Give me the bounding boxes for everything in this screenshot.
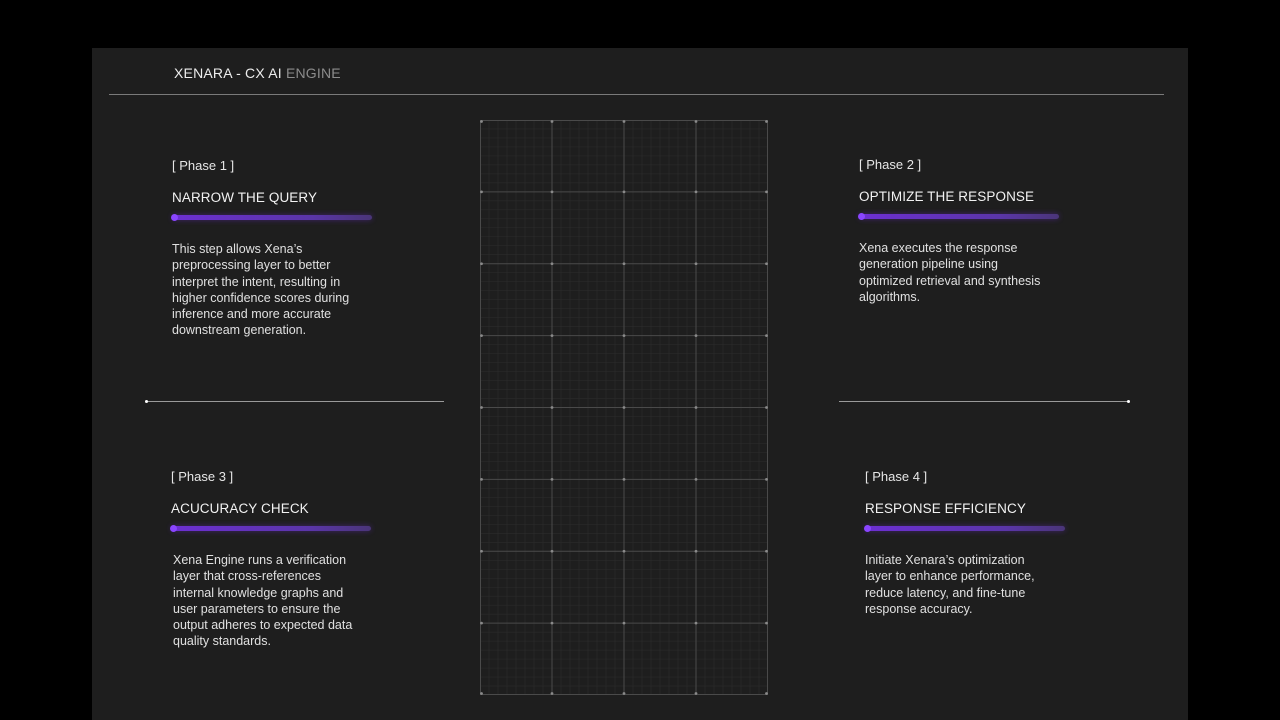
phase-4-tag: [ Phase 4 ] bbox=[865, 469, 928, 484]
phase-3-card: [ Phase 3 ] ACUCURACY CHECK Xena Engine … bbox=[170, 469, 391, 650]
phase-2-progress-bar bbox=[858, 213, 1059, 220]
phase-1-description: This step allows Xena’s preprocessing la… bbox=[172, 242, 350, 338]
phase-2-progress-dot bbox=[858, 213, 865, 220]
right-divider-end-dot bbox=[1127, 400, 1130, 403]
phase-1-card: [ Phase 1 ] NARROW THE QUERY This step a… bbox=[171, 158, 392, 339]
phase-4-description: Initiate Xenara’s optimization layer to … bbox=[865, 553, 1035, 616]
phase-3-tag: [ Phase 3 ] bbox=[171, 469, 234, 484]
brand-main: XENARA - CX AI bbox=[174, 65, 282, 81]
phase-4-progress-bar bbox=[864, 525, 1065, 532]
phase-1-progress-bar bbox=[171, 214, 372, 221]
phase-4-card: [ Phase 4 ] RESPONSE EFFICIENCY Initiate… bbox=[864, 469, 1085, 617]
grid-visual bbox=[480, 120, 768, 695]
phase-2-card: [ Phase 2 ] OPTIMIZE THE RESPONSE Xena e… bbox=[858, 157, 1079, 305]
phase-3-progress-dot bbox=[170, 525, 177, 532]
phase-1-progress-dot bbox=[171, 214, 178, 221]
slide-canvas: XENARA - CX AI ENGINE [ Phase 1 ] NARROW… bbox=[92, 48, 1188, 720]
phase-1-title: NARROW THE QUERY bbox=[172, 190, 318, 205]
phase-3-progress-bar bbox=[170, 525, 371, 532]
phase-3-description: Xena Engine runs a verification layer th… bbox=[173, 553, 353, 649]
phase-1-tag: [ Phase 1 ] bbox=[172, 158, 235, 173]
phase-2-description: Xena executes the response generation pi… bbox=[859, 241, 1041, 304]
phase-2-title: OPTIMIZE THE RESPONSE bbox=[859, 189, 1035, 204]
phase-4-progress-dot bbox=[864, 525, 871, 532]
phase-2-tag: [ Phase 2 ] bbox=[859, 157, 922, 172]
brand-sub: ENGINE bbox=[285, 65, 341, 81]
grid-pattern bbox=[480, 120, 768, 695]
right-divider bbox=[839, 400, 1130, 403]
header-divider bbox=[109, 94, 1164, 95]
brand-title: XENARA - CX AI ENGINE bbox=[174, 65, 341, 81]
phase-4-title: RESPONSE EFFICIENCY bbox=[865, 501, 1026, 516]
left-divider-end-dot bbox=[145, 400, 148, 403]
phase-3-title: ACUCURACY CHECK bbox=[171, 501, 309, 516]
left-divider bbox=[145, 400, 444, 403]
